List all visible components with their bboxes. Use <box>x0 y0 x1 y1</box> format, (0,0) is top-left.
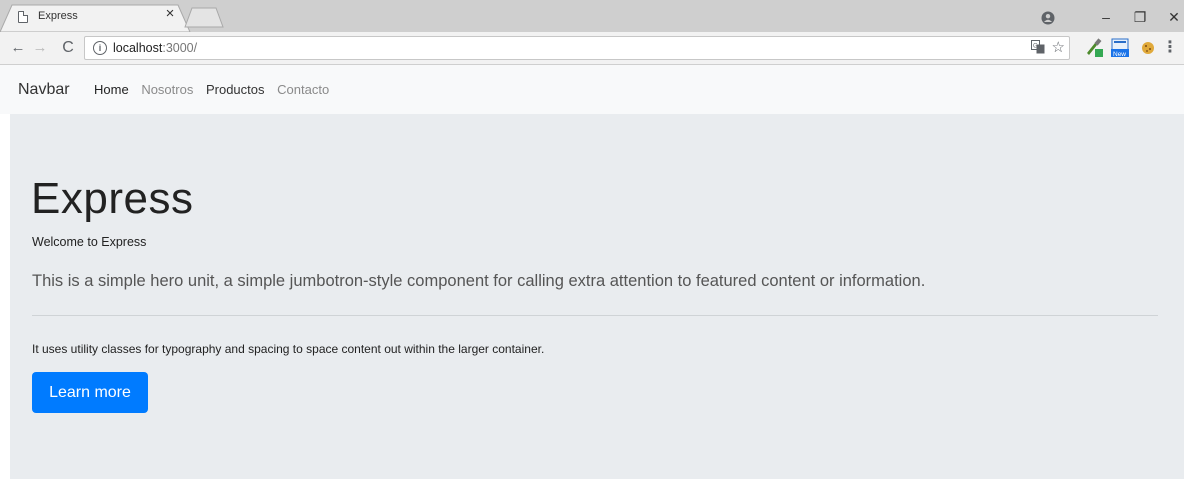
star-icon[interactable]: ☆ <box>1052 38 1065 56</box>
navbar: Navbar Home Nosotros Productos Contacto <box>0 65 1184 114</box>
svg-text:G: G <box>1033 44 1038 50</box>
reload-button[interactable]: C <box>58 38 78 58</box>
browser-toolbar: ← → C i localhost:3000/ G ☆ New ⋮ <box>0 32 1184 65</box>
page-viewport: Navbar Home Nosotros Productos Contacto … <box>0 65 1184 479</box>
jumbotron-body-text: It uses utility classes for typography a… <box>32 342 545 356</box>
learn-more-button[interactable]: Learn more <box>32 372 148 413</box>
nav-link-productos[interactable]: Productos <box>206 82 265 97</box>
browser-tab-strip: Express × – ❐ ✕ <box>0 0 1184 32</box>
jumbotron: Express Welcome to Express This is a sim… <box>10 114 1184 479</box>
nav-link-contacto[interactable]: Contacto <box>277 82 329 97</box>
url-text[interactable]: localhost:3000/ <box>113 41 197 55</box>
restore-button[interactable]: ❐ <box>1122 0 1158 32</box>
tab-title[interactable]: Express <box>38 10 78 22</box>
tab-close-icon[interactable]: × <box>162 6 178 22</box>
jumbotron-subtitle: Welcome to Express <box>32 235 147 249</box>
extension-new-icon[interactable]: New <box>1110 38 1130 58</box>
nav-link-nosotros[interactable]: Nosotros <box>141 82 193 97</box>
url-path: :3000/ <box>162 41 198 55</box>
close-window-button[interactable]: ✕ <box>1156 0 1184 32</box>
account-icon[interactable] <box>1030 0 1066 32</box>
page-icon <box>18 11 28 23</box>
navbar-brand[interactable]: Navbar <box>18 81 70 99</box>
nav-link-home[interactable]: Home <box>94 82 129 97</box>
address-bar[interactable]: i localhost:3000/ G ☆ <box>84 36 1070 60</box>
new-tab-button[interactable] <box>184 6 224 28</box>
back-button[interactable]: ← <box>8 38 28 58</box>
divider <box>32 315 1158 316</box>
extension-icon[interactable] <box>1084 38 1104 58</box>
cookie-icon[interactable] <box>1138 38 1158 58</box>
url-host: localhost <box>113 41 163 55</box>
jumbotron-title: Express <box>31 174 194 223</box>
minimize-button[interactable]: – <box>1088 0 1124 32</box>
extension-new-label: New <box>1113 51 1126 58</box>
translate-icon[interactable]: G <box>1031 40 1045 57</box>
info-icon[interactable]: i <box>93 41 107 55</box>
nav-links: Home Nosotros Productos Contacto <box>94 82 338 97</box>
jumbotron-lead: This is a simple hero unit, a simple jum… <box>32 272 926 290</box>
forward-button[interactable]: → <box>30 38 50 58</box>
menu-icon[interactable]: ⋮ <box>1162 37 1178 57</box>
